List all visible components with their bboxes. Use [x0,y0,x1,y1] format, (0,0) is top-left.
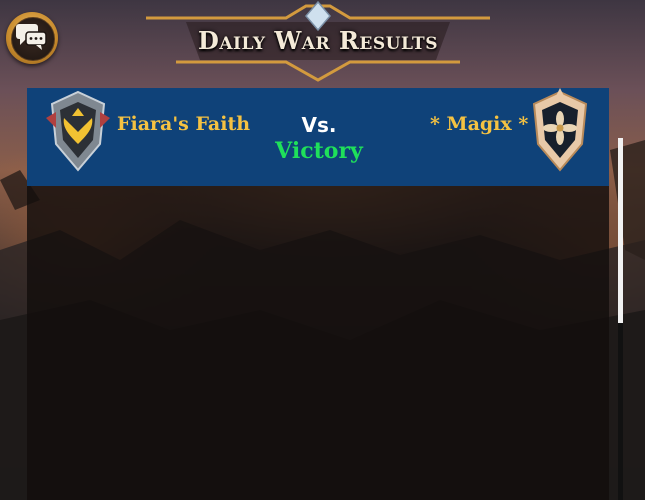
matchup-bar[interactable] [27,88,609,186]
war-outcome: Victory [275,138,363,164]
right-guild-name: * Magix * [430,113,529,135]
winged-shield-crest-icon [46,90,110,172]
scrollbar-thumb[interactable] [618,138,623,323]
war-results-screen: Daily War Results Fiara's Faith Vs. Vict… [0,0,645,500]
chat-bubbles-icon [16,24,47,50]
page-title: Daily War Results [198,26,438,55]
chat-button[interactable] [6,12,58,64]
title-banner: Daily War Results [146,0,490,82]
left-guild-name: Fiara's Faith [117,113,251,135]
versus-label: Vs. [301,113,337,137]
flower-shield-crest-icon [532,88,588,172]
